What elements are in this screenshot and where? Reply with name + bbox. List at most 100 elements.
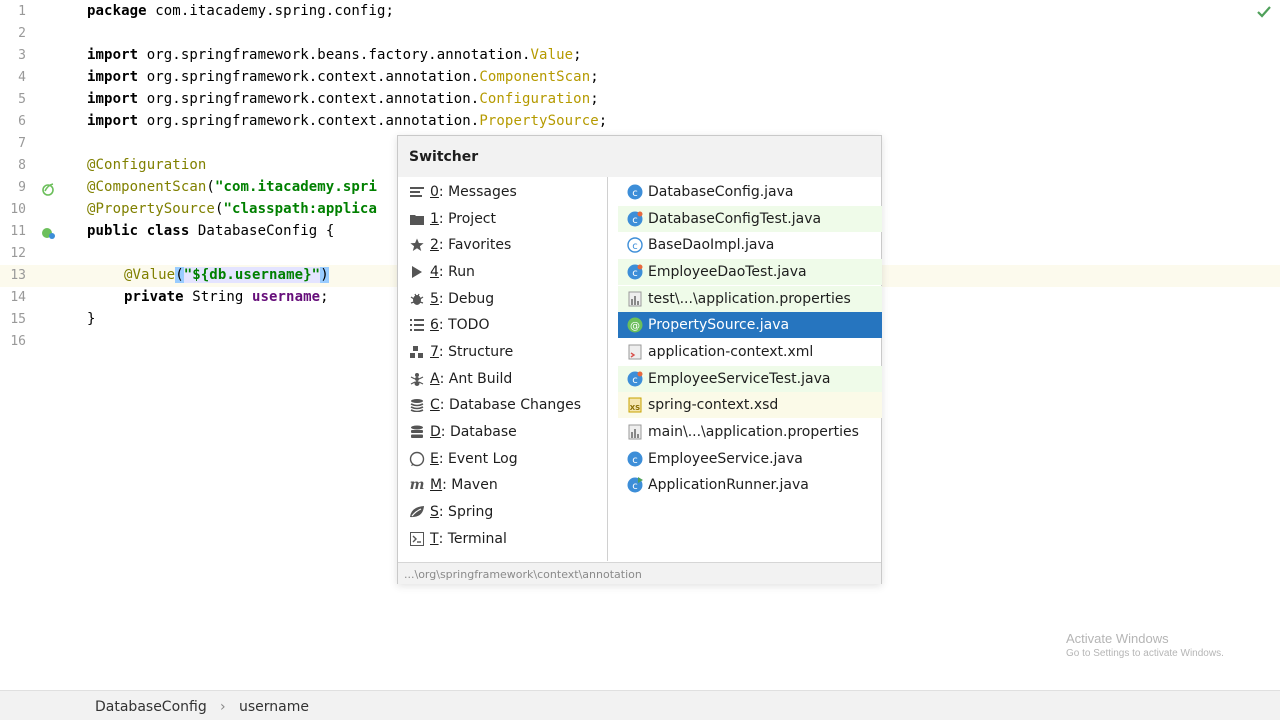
breadcrumb-item-field[interactable]: username [239,699,309,715]
tool-window-list: 0: Messages 1: Project 2: Favorites 4: R… [398,177,606,561]
code-text: private String username; [124,289,329,305]
svg-text:c: c [632,215,638,226]
spring-bean-gutter-icon[interactable] [40,181,56,196]
database-icon [409,424,425,440]
svg-text:@: @ [630,321,640,332]
tool-item-structure[interactable]: 7: Structure [409,339,604,365]
code-line[interactable]: 1 package com.itacademy.spring.config; [0,1,1280,23]
switcher-popup[interactable]: Switcher 0: Messages 1: Project 2: Favor… [397,135,882,584]
spring-icon [409,504,425,520]
tool-item-favorites[interactable]: 2: Favorites [409,232,604,258]
xsd-file-icon: XS [627,397,643,413]
properties-file-icon [627,291,643,307]
maven-icon: m [409,477,425,493]
java-test-class-icon: c [627,371,643,387]
line-number: 7 [18,136,26,151]
svg-text:c: c [632,241,638,252]
tool-item-terminal[interactable]: T: Terminal [409,526,604,552]
breadcrumb-separator-icon: › [220,699,226,715]
database-changes-icon [409,397,425,413]
star-icon [409,237,425,253]
line-number: 8 [18,158,26,173]
svg-text:XS: XS [630,404,640,412]
code-text: import org.springframework.context.annot… [87,113,608,129]
event-log-icon [409,451,425,467]
tool-item-project[interactable]: 1: Project [409,206,604,232]
recent-file-item[interactable]: main\...\application.properties [618,419,882,445]
recent-file-item[interactable]: c DatabaseConfigTest.java [618,206,882,232]
ant-icon [409,371,425,387]
annotation-class-icon: @ [627,317,643,333]
code-text: @Value("${db.username}") [124,267,329,283]
java-class-icon: c [627,184,643,200]
code-line[interactable]: 4 import org.springframework.context.ann… [0,67,1280,89]
recent-file-item-selected[interactable]: @ PropertySource.java [618,312,882,338]
line-number: 16 [10,334,26,349]
code-text: import org.springframework.context.annot… [87,91,599,107]
messages-icon [409,184,425,200]
properties-file-icon [627,424,643,440]
code-line[interactable]: 2 [0,23,1280,45]
inspection-ok-icon[interactable] [1256,4,1272,20]
code-line[interactable]: 5 import org.springframework.context.ann… [0,89,1280,111]
spring-bean-gutter-icon[interactable] [40,225,56,239]
recent-file-item[interactable]: c BaseDaoImpl.java [618,232,882,258]
tool-item-messages[interactable]: 0: Messages [409,179,604,205]
recent-file-item[interactable]: c ApplicationRunner.java [618,472,882,498]
code-text: import org.springframework.beans.factory… [87,47,582,63]
code-text: @ComponentScan("com.itacademy.spri [87,179,377,195]
tool-item-debug[interactable]: 5: Debug [409,286,604,312]
switcher-title: Switcher [398,136,881,177]
recent-file-item[interactable]: test\...\application.properties [618,286,882,312]
breadcrumb: DatabaseConfig › username [0,690,1280,720]
svg-text:c: c [632,268,638,279]
recent-file-item[interactable]: c DatabaseConfig.java [618,179,882,205]
line-number: 2 [18,26,26,41]
line-number: 6 [18,114,26,129]
breadcrumb-item-class[interactable]: DatabaseConfig [95,699,207,715]
code-text: @Configuration [87,157,207,173]
terminal-icon [409,531,425,547]
xml-file-icon [627,344,643,360]
line-number: 5 [18,92,26,107]
line-number: 9 [18,180,26,195]
recent-file-item[interactable]: c EmployeeService.java [618,446,882,472]
tool-item-todo[interactable]: 6: TODO [409,312,604,338]
java-class-icon: c [627,451,643,467]
tool-item-event-log[interactable]: E: Event Log [409,446,604,472]
recent-files-list: c DatabaseConfig.java c DatabaseConfigTe… [607,177,882,561]
code-text: public class DatabaseConfig { [87,223,335,239]
tool-item-spring[interactable]: S: Spring [409,499,604,525]
line-number: 1 [18,4,26,19]
watermark-subtitle: Go to Settings to activate Windows. [1066,648,1224,659]
svg-text:c: c [632,188,638,199]
code-line[interactable]: 3 import org.springframework.beans.facto… [0,45,1280,67]
tool-item-maven[interactable]: m M: Maven [409,472,604,498]
run-icon [409,264,425,280]
line-number: 11 [10,224,26,239]
code-text: import org.springframework.context.annot… [87,69,599,85]
watermark-title: Activate Windows [1066,631,1169,646]
line-number: 3 [18,48,26,63]
java-test-class-icon: c [627,211,643,227]
code-text: package com.itacademy.spring.config; [87,3,395,19]
tool-item-database-changes[interactable]: C: Database Changes [409,392,604,418]
line-number: 15 [10,312,26,327]
line-number: 10 [10,202,26,217]
line-number: 13 [10,268,26,283]
recent-file-item[interactable]: XS spring-context.xsd [618,392,882,418]
recent-file-item[interactable]: application-context.xml [618,339,882,365]
java-abstract-class-icon: c [627,237,643,253]
tool-item-ant-build[interactable]: A: Ant Build [409,366,604,392]
recent-file-item[interactable]: c EmployeeServiceTest.java [618,366,882,392]
svg-text:c: c [632,481,638,492]
svg-text:c: c [632,455,638,466]
tool-item-database[interactable]: D: Database [409,419,604,445]
tool-item-run[interactable]: 4: Run [409,259,604,285]
recent-file-item[interactable]: c EmployeeDaoTest.java [618,259,882,285]
switcher-status-path: ...\org\springframework\context\annotati… [398,562,881,584]
folder-icon [409,211,425,227]
code-line[interactable]: 6 import org.springframework.context.ann… [0,111,1280,133]
line-number: 12 [10,246,26,261]
code-text: } [87,311,96,327]
